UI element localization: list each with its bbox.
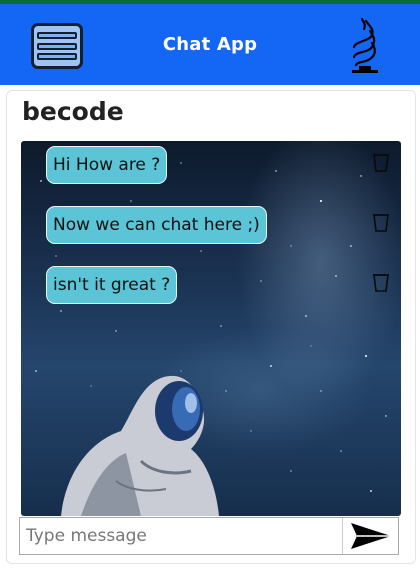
trash-icon[interactable] (372, 151, 390, 173)
menu-bar (37, 52, 77, 60)
astronaut-illustration (61, 375, 219, 516)
message-bubble: isn't it great ? (46, 266, 178, 304)
trash-icon[interactable] (372, 271, 390, 293)
message-bubble: Hi How are ? (46, 146, 168, 184)
chat-app-page: Chat App becode Hi How are ? Now we can … (0, 0, 420, 569)
menu-bar (37, 42, 77, 50)
message-composer (19, 517, 399, 555)
stacked-layers-logo-icon[interactable] (344, 17, 384, 77)
app-title: Chat App (162, 34, 258, 55)
hamburger-menu-icon[interactable] (31, 23, 83, 69)
send-arrow-icon (350, 523, 391, 549)
app-header: Chat App (0, 4, 420, 85)
send-button[interactable] (342, 518, 398, 554)
menu-bar (37, 32, 77, 40)
message-row: Hi How are ? (21, 146, 401, 186)
message-bubble: Now we can chat here ;) (46, 206, 267, 244)
message-row: isn't it great ? (21, 266, 401, 306)
message-input[interactable] (20, 518, 342, 554)
chat-messages-area[interactable]: Hi How are ? Now we can chat here ;) isn… (21, 141, 401, 516)
message-row: Now we can chat here ;) (21, 206, 401, 246)
room-name: becode (22, 97, 124, 126)
trash-icon[interactable] (372, 211, 390, 233)
